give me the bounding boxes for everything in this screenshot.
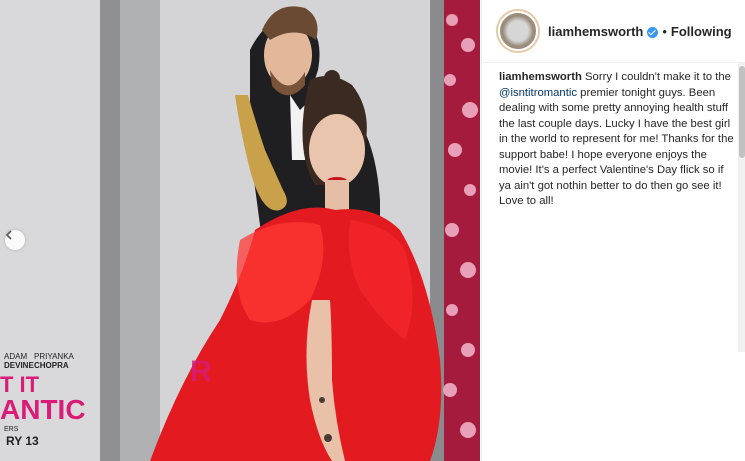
post-sidebar: liamhemsworth • Following liamhemsworth …	[481, 0, 745, 461]
poster-name-2-last: CHOPRA	[34, 361, 69, 370]
avatar[interactable]	[498, 11, 538, 51]
post-header: liamhemsworth • Following	[482, 0, 745, 63]
poster-small-text: ERS	[4, 426, 19, 433]
chevron-left-icon	[5, 230, 12, 240]
poster-date: RY 13	[6, 434, 39, 448]
poster-letter-r: R	[190, 355, 212, 388]
username-link[interactable]: liamhemsworth	[548, 24, 643, 39]
poster-title-2: ANTIC	[0, 394, 86, 425]
caption-username[interactable]: liamhemsworth	[499, 71, 582, 83]
post-image: ADAM DEVINE PRIYANKA CHOPRA T IT ANTIC E…	[0, 0, 480, 461]
verified-badge-icon	[647, 26, 659, 38]
scrollbar-thumb[interactable]	[739, 66, 745, 158]
scrollbar[interactable]	[738, 62, 745, 352]
post-caption: liamhemsworth Sorry I couldn't make it t…	[499, 70, 735, 210]
poster-name-1-last: DEVINE	[4, 361, 34, 370]
poster-name-2-first: PRIYANKA	[34, 352, 74, 361]
caption-text-after: premier tonight guys. Been dealing with …	[499, 86, 734, 208]
caption-mention-link[interactable]: @isntitromantic	[499, 87, 577, 99]
separator-dot: •	[662, 23, 667, 39]
poster-name-2: PRIYANKA CHOPRA	[34, 352, 74, 370]
poster-name-1-first: ADAM	[4, 352, 28, 361]
caption-text-before: Sorry I couldn't make it to the	[585, 71, 731, 83]
previous-photo-button[interactable]	[5, 230, 25, 250]
following-button[interactable]: Following	[671, 24, 732, 39]
poster-name-1: ADAM DEVINE	[4, 352, 34, 370]
photo-illustration	[0, 0, 480, 461]
